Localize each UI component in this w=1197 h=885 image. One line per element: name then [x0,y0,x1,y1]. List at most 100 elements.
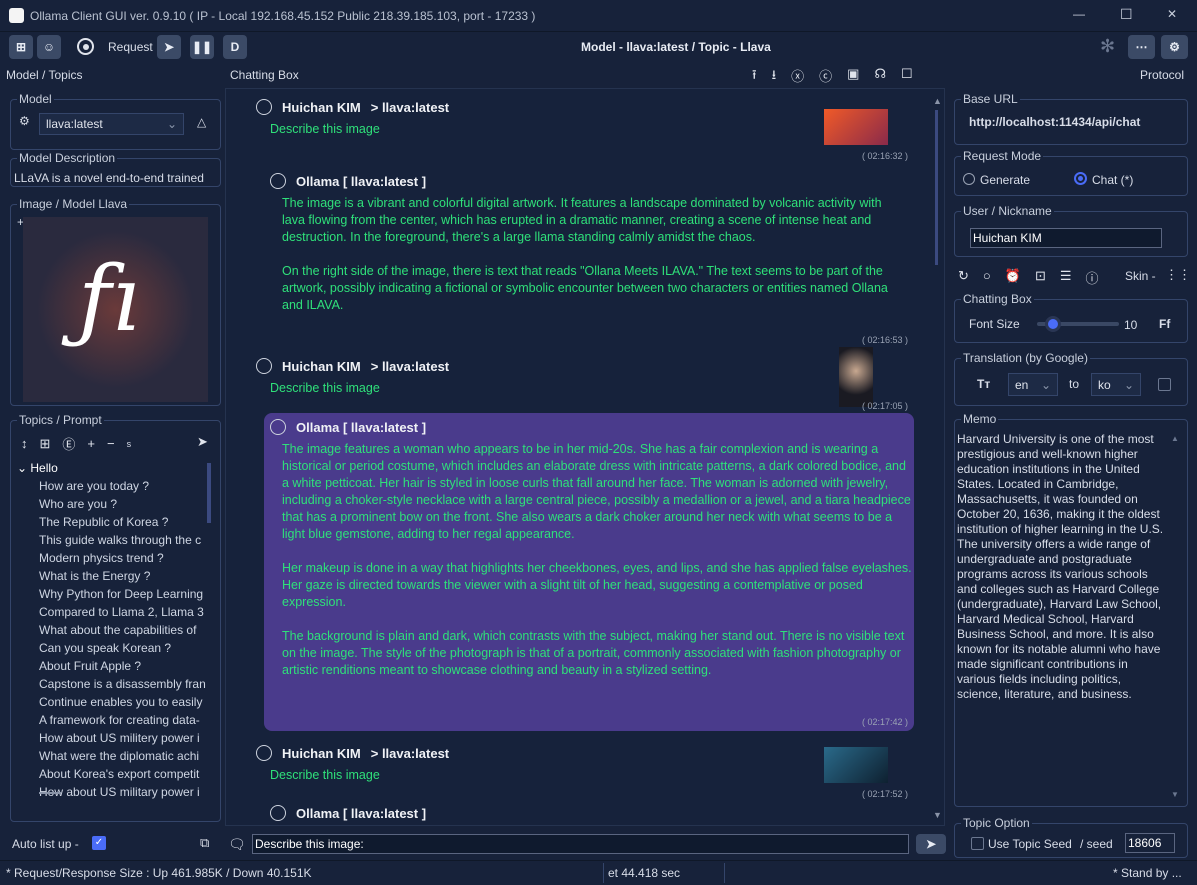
topic-item[interactable]: Capstone is a disassembly fran [39,675,207,693]
generate-radio[interactable] [963,173,975,185]
topic-item[interactable]: A framework for creating data- [39,711,207,729]
upload-icon[interactable]: ⭱ [752,66,757,88]
triangle-up-icon[interactable]: △ [197,115,206,129]
ollama-logo-button[interactable]: ☺ [37,35,61,59]
checkbox-square-icon[interactable]: ☐ [901,66,913,88]
message-text[interactable]: Describe this image [270,121,816,138]
message-paragraph[interactable]: The background is plain and dark, which … [282,628,912,679]
text-size-icon[interactable]: Tт [977,377,990,391]
more-button[interactable]: ⋯ [1128,35,1155,59]
chat-scrollbar[interactable] [935,110,938,265]
download-icon[interactable]: ⭳ [772,66,777,88]
send-button[interactable]: ➤ [916,834,946,854]
topic-item[interactable]: Who are you ? [39,495,207,513]
translation-checkbox[interactable] [1158,378,1171,391]
camera-icon[interactable]: ⊡ [1035,268,1046,287]
speaker-icon[interactable]: ☊ [874,66,886,88]
edit-e-icon[interactable]: Ⓔ [62,434,75,453]
message-paragraph[interactable]: The image is a vibrant and colorful digi… [282,195,892,246]
model-settings-icon[interactable]: ⚙ [19,114,30,128]
maximize-button[interactable]: ☐ [1120,6,1133,23]
topic-seed-checkbox[interactable] [971,837,984,850]
record-radio-icon[interactable] [77,38,94,55]
clear-circle-x-icon[interactable]: ⓧ [791,66,804,88]
topic-item[interactable]: About Korea's export competit [39,765,207,783]
auto-list-checkbox[interactable]: ✓ [92,836,106,850]
copy-c-icon[interactable]: ⓒ [819,66,832,88]
attached-image-thumbnail[interactable] [824,747,888,783]
topic-item[interactable]: Why Python for Deep Learning [39,585,207,603]
close-button[interactable]: ✕ [1167,7,1177,21]
grid-dots-icon[interactable]: ⋮⋮ [1165,267,1191,283]
topic-root[interactable]: ⌄ Hello [17,459,207,477]
attached-image-thumbnail[interactable] [824,109,888,145]
pause-button[interactable]: ❚❚ [190,35,214,59]
seed-input[interactable] [1125,833,1175,853]
list-icon[interactable]: ☰ [1060,268,1072,287]
topic-item[interactable]: Modern physics trend ? [39,549,207,567]
to-language-select[interactable]: ko ⌄ [1091,373,1141,396]
debug-button[interactable]: D [223,35,247,59]
topic-item[interactable]: About Fruit Apple ? [39,657,207,675]
chat-input[interactable] [252,834,909,854]
plus-icon[interactable]: + [87,436,95,451]
chat-scroll-up[interactable]: ▲ [933,96,942,106]
topic-item[interactable]: How are you today ? [39,477,207,495]
topic-item[interactable]: How about US military power i [39,783,207,801]
nickname-input[interactable] [970,228,1162,248]
topic-item[interactable]: How about US militery power i [39,729,207,747]
font-size-slider-thumb[interactable] [1045,316,1061,332]
topic-item[interactable]: Continue enables you to easily [39,693,207,711]
user-avatar-icon [256,99,272,115]
font-family-button[interactable]: Ff [1159,317,1170,331]
model-label: Model [17,92,54,106]
base-url-value[interactable]: http://localhost:11434/api/chat [969,115,1140,129]
layout-grid-button[interactable]: ⊞ [9,35,33,59]
s-label[interactable]: s [127,439,132,449]
topic-item[interactable]: Can you speak Korean ? [39,639,207,657]
message-paragraph[interactable]: On the right side of the image, there is… [282,263,892,314]
from-language-select[interactable]: en ⌄ [1008,373,1058,396]
message-text[interactable]: Describe this image [270,767,816,784]
center-section-title: Chatting Box [230,68,299,82]
minus-icon[interactable]: − [107,436,115,451]
settings-gear-button[interactable]: ⚙ [1161,35,1188,59]
add-box-icon[interactable]: ⊞ [40,436,51,452]
bot-message: Ollama [ llava:latest ] The image is a vi… [270,173,888,314]
message-paragraph[interactable]: The image features a woman who appears t… [282,441,912,543]
sort-updown-icon[interactable]: ↕ [21,436,28,451]
topic-item[interactable]: What about the capabilities of [39,621,207,639]
topic-item[interactable]: What were the diplomatic achi [39,747,207,765]
user-message: Huichan KIM > llava:latest Describe this i… [256,358,816,397]
add-copy-icon[interactable]: ⧉ [200,835,209,851]
topics-hscrollbar[interactable] [39,792,61,794]
help-icon[interactable]: ⓘ [1086,268,1099,287]
to-label: to [1069,377,1080,391]
message-paragraph[interactable]: Her makeup is done in a way that highlig… [282,560,912,611]
refresh-icon[interactable]: ↻ [958,268,969,287]
attached-image-thumbnail[interactable] [839,347,873,407]
skin-label: Skin - [1125,269,1156,283]
send-request-button[interactable]: ➤ [157,35,181,59]
send-topic-icon[interactable]: ➤ [197,434,208,450]
minimize-button[interactable]: — [1073,7,1085,21]
memo-scroll-down[interactable]: ▼ [1171,790,1179,799]
save-icon[interactable]: ▣ [847,66,859,88]
topic-item[interactable]: What is the Energy ? [39,567,207,585]
topic-item[interactable]: The Republic of Korea ? [39,513,207,531]
memo-scroll-up[interactable]: ▲ [1171,434,1179,443]
auto-list-label: Auto list up - [12,837,79,851]
topic-item[interactable]: Compared to Llama 2, Llama 3 [39,603,207,621]
memo-text[interactable]: Harvard University is one of the most pr… [957,432,1167,702]
model-selected-value: llava:latest [46,117,103,131]
asterisk-icon[interactable]: ✻ [1100,36,1115,57]
request-label: Request [108,40,153,54]
message-text[interactable]: Describe this image [270,380,816,397]
model-select[interactable]: llava:latest ⌄ [39,113,184,135]
topic-item[interactable]: This guide walks through the c [39,531,207,549]
alarm-icon[interactable]: ⏰ [1005,268,1021,287]
chat-radio[interactable] [1074,172,1087,185]
circle-icon[interactable]: ○ [983,268,991,287]
topics-scrollbar[interactable] [207,463,211,523]
chat-scroll-down[interactable]: ▼ [933,810,942,820]
